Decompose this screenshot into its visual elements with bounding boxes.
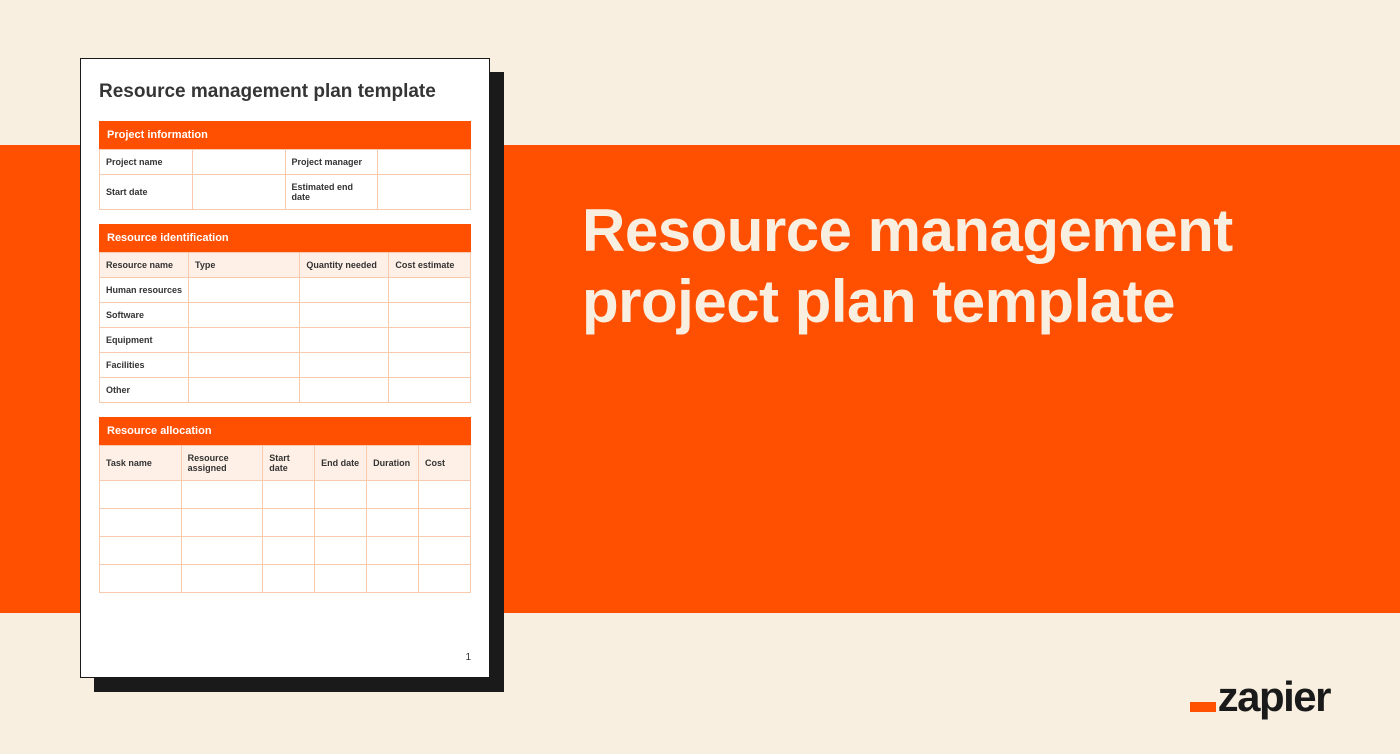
column-header: Cost (419, 446, 471, 481)
cell (300, 303, 389, 328)
project-info-table: Project name Project manager Start date … (99, 149, 471, 210)
column-header: Quantity needed (300, 253, 389, 278)
cell (315, 537, 367, 565)
cell (300, 353, 389, 378)
field-label: Project manager (285, 150, 378, 175)
resource-id-table: Resource name Type Quantity needed Cost … (99, 252, 471, 403)
resource-alloc-table: Task name Resource assigned Start date E… (99, 445, 471, 593)
cell (263, 565, 315, 593)
cell (189, 303, 300, 328)
row-label: Facilities (100, 353, 189, 378)
field-value (378, 150, 471, 175)
cell (389, 353, 471, 378)
cell (189, 278, 300, 303)
cell (263, 537, 315, 565)
cell (389, 328, 471, 353)
cell (100, 565, 182, 593)
field-value (192, 150, 285, 175)
section-header-project-info: Project information (99, 121, 471, 149)
field-label: Estimated end date (285, 175, 378, 210)
table-row: Software (100, 303, 471, 328)
table-row (100, 537, 471, 565)
cell (419, 537, 471, 565)
row-label: Human resources (100, 278, 189, 303)
cell (419, 509, 471, 537)
cell (100, 509, 182, 537)
column-header: Resource assigned (181, 446, 263, 481)
table-header-row: Resource name Type Quantity needed Cost … (100, 253, 471, 278)
row-label: Equipment (100, 328, 189, 353)
column-header: Duration (367, 446, 419, 481)
cell (181, 481, 263, 509)
field-value (378, 175, 471, 210)
field-label: Project name (100, 150, 193, 175)
cell (263, 481, 315, 509)
cell (367, 481, 419, 509)
section-header-resource-alloc: Resource allocation (99, 417, 471, 445)
cell (181, 537, 263, 565)
cell (419, 481, 471, 509)
table-row: Project name Project manager (100, 150, 471, 175)
cell (189, 328, 300, 353)
cell (189, 353, 300, 378)
document-title: Resource management plan template (99, 81, 471, 103)
cell (367, 537, 419, 565)
cell (300, 328, 389, 353)
cell (181, 509, 263, 537)
table-header-row: Task name Resource assigned Start date E… (100, 446, 471, 481)
cell (263, 509, 315, 537)
zapier-logo: zapier (1190, 676, 1330, 718)
table-row (100, 565, 471, 593)
logo-text: zapier (1218, 676, 1330, 718)
cell (189, 378, 300, 403)
column-header: Cost estimate (389, 253, 471, 278)
column-header: Type (189, 253, 300, 278)
cell (315, 509, 367, 537)
cell (367, 565, 419, 593)
document-page: Resource management plan template Projec… (80, 58, 490, 678)
cell (315, 481, 367, 509)
section-project-info: Project information Project name Project… (99, 121, 471, 210)
cell (300, 378, 389, 403)
table-row (100, 481, 471, 509)
table-row (100, 509, 471, 537)
cell (367, 509, 419, 537)
section-header-resource-id: Resource identification (99, 224, 471, 252)
page-number: 1 (99, 644, 471, 663)
section-resource-id: Resource identification Resource name Ty… (99, 224, 471, 403)
cell (181, 565, 263, 593)
column-header: End date (315, 446, 367, 481)
field-value (192, 175, 285, 210)
cell (300, 278, 389, 303)
row-label: Software (100, 303, 189, 328)
table-row: Facilities (100, 353, 471, 378)
table-row: Human resources (100, 278, 471, 303)
logo-underscore-icon (1190, 702, 1216, 712)
field-label: Start date (100, 175, 193, 210)
cell (389, 278, 471, 303)
cell (389, 303, 471, 328)
column-header: Task name (100, 446, 182, 481)
cell (419, 565, 471, 593)
table-row: Other (100, 378, 471, 403)
cell (315, 565, 367, 593)
table-row: Equipment (100, 328, 471, 353)
cell (100, 481, 182, 509)
table-row: Start date Estimated end date (100, 175, 471, 210)
cell (100, 537, 182, 565)
section-resource-alloc: Resource allocation Task name Resource a… (99, 417, 471, 593)
column-header: Start date (263, 446, 315, 481)
row-label: Other (100, 378, 189, 403)
headline: Resource management project plan templat… (582, 196, 1320, 338)
cell (389, 378, 471, 403)
column-header: Resource name (100, 253, 189, 278)
